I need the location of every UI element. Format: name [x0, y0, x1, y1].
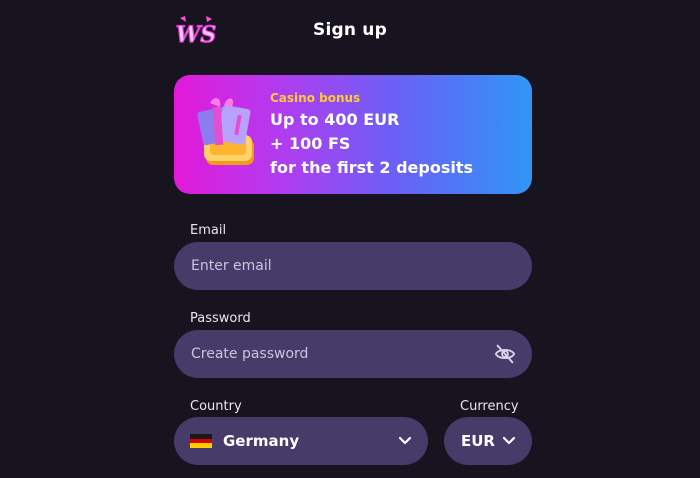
currency-select[interactable]: EUR	[444, 417, 532, 465]
bonus-amount: Up to 400 EUR	[270, 110, 400, 129]
gift-icon	[197, 98, 254, 165]
chevron-down-icon	[502, 436, 516, 445]
password-label: Password	[190, 311, 251, 326]
bonus-tag: Casino bonus	[270, 91, 361, 105]
page-title: Sign up	[313, 20, 387, 40]
bonus-free-spins: + 100 FS	[270, 134, 351, 153]
email-label: Email	[190, 223, 227, 238]
country-select[interactable]: Germany	[174, 417, 428, 465]
password-field	[174, 330, 532, 378]
password-input[interactable]	[174, 330, 532, 378]
bonus-condition: for the first 2 deposits	[270, 158, 473, 177]
header: WS Sign up	[0, 0, 700, 64]
email-input[interactable]	[174, 242, 532, 290]
eye-off-icon[interactable]	[494, 343, 516, 365]
currency-label: Currency	[460, 399, 519, 414]
currency-value: EUR	[461, 432, 495, 450]
email-field	[174, 242, 532, 290]
bonus-banner: Casino bonus Up to 400 EUR + 100 FS for …	[174, 75, 532, 194]
germany-flag-icon	[190, 434, 212, 448]
country-label: Country	[190, 399, 242, 414]
country-value: Germany	[223, 432, 300, 450]
chevron-down-icon	[398, 436, 412, 445]
